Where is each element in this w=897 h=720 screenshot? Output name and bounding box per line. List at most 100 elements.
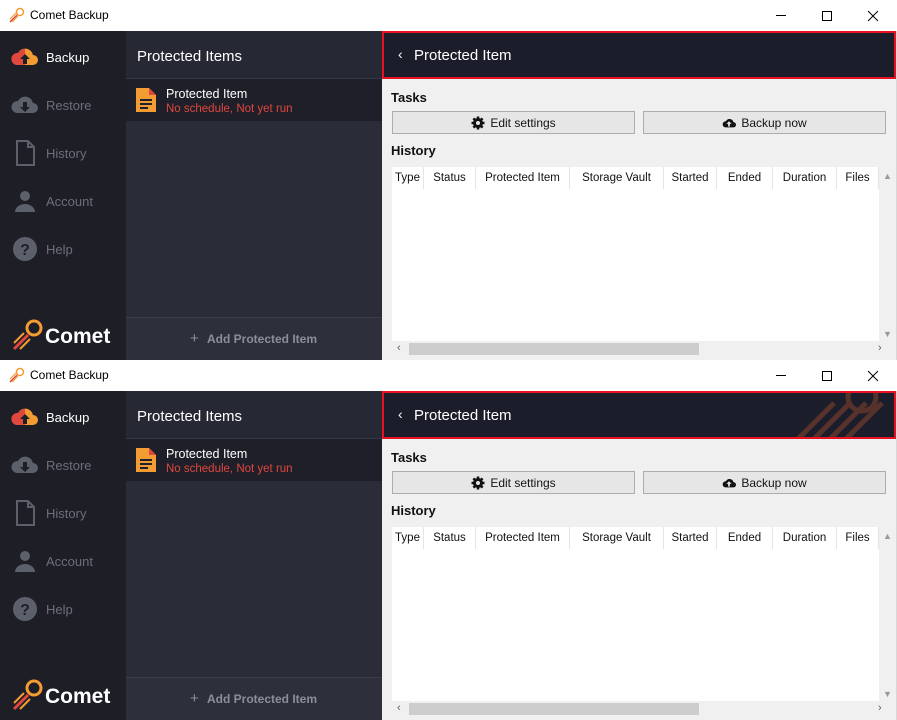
column-header-ended[interactable]: Ended — [717, 167, 773, 189]
horizontal-scrollbar[interactable]: ‹ › — [392, 341, 896, 357]
edit-settings-label: Edit settings — [490, 475, 556, 490]
comet-app-icon — [9, 367, 25, 383]
cloud-upload-icon — [722, 118, 737, 127]
horizontal-scrollbar[interactable]: ‹ › — [392, 701, 896, 717]
detail-panel: ‹ Protected Item Tasks Edit settings Bac… — [382, 31, 896, 360]
svg-text:?: ? — [20, 242, 30, 259]
column-header-status[interactable]: Status — [424, 527, 476, 549]
column-header-ended[interactable]: Ended — [717, 527, 773, 549]
window-title: Comet Backup — [30, 368, 109, 382]
column-header-started[interactable]: Started — [664, 167, 717, 189]
scroll-up-icon[interactable]: ▲ — [883, 171, 892, 181]
sidebar-item-restore[interactable]: Restore — [0, 441, 126, 489]
scrollbar-thumb[interactable] — [409, 703, 699, 715]
scroll-right-icon[interactable]: › — [878, 342, 882, 354]
sidebar-item-backup[interactable]: Backup — [0, 33, 126, 81]
history-heading: History — [391, 503, 436, 518]
column-header-files[interactable]: Files — [837, 167, 879, 189]
vertical-scrollbar[interactable]: ▲ ▼ — [879, 167, 896, 341]
sidebar-item-label: Restore — [46, 98, 92, 113]
title-bar: Comet Backup — [0, 0, 897, 31]
scrollbar-thumb[interactable] — [409, 343, 699, 355]
close-icon — [867, 370, 879, 381]
scroll-down-icon[interactable]: ▼ — [883, 329, 892, 339]
sidebar: Backup Restore History Account ? Help Co… — [0, 31, 126, 360]
column-header-protected-item[interactable]: Protected Item — [476, 167, 570, 189]
column-header-type[interactable]: Type — [392, 527, 424, 549]
svg-text:?: ? — [20, 602, 30, 619]
scroll-left-icon[interactable]: ‹ — [397, 702, 401, 714]
sidebar-item-restore[interactable]: Restore — [0, 81, 126, 129]
add-protected-item-button[interactable]: + Add Protected Item — [126, 677, 382, 720]
sidebar-item-account[interactable]: Account — [0, 177, 126, 225]
column-header-duration[interactable]: Duration — [773, 527, 837, 549]
vertical-scrollbar[interactable]: ▲ ▼ — [879, 527, 896, 701]
list-item[interactable]: Protected Item No schedule, Not yet run — [126, 439, 382, 481]
sidebar-item-history[interactable]: History — [0, 129, 126, 177]
sidebar-item-label: Help — [46, 602, 73, 617]
document-file-icon — [136, 88, 156, 112]
history-heading: History — [391, 143, 436, 158]
sidebar-item-help[interactable]: ? Help — [0, 225, 126, 273]
scroll-down-icon[interactable]: ▼ — [883, 689, 892, 699]
sidebar-item-label: Account — [46, 554, 93, 569]
sidebar-item-account[interactable]: Account — [0, 537, 126, 585]
sidebar: Backup Restore History Account ? Help Co… — [0, 391, 126, 720]
sidebar-item-backup[interactable]: Backup — [0, 393, 126, 441]
close-button[interactable] — [850, 360, 896, 391]
add-protected-item-button[interactable]: + Add Protected Item — [126, 317, 382, 360]
backup-now-button[interactable]: Backup now — [643, 471, 886, 494]
sidebar-item-label: History — [46, 146, 87, 161]
cloud-upload-icon — [722, 478, 737, 487]
comet-window-2: Comet Backup Backup Restore History Acco… — [0, 360, 897, 720]
back-icon[interactable]: ‹ — [398, 46, 403, 62]
column-header-storage-vault[interactable]: Storage Vault — [570, 527, 664, 549]
column-header-type[interactable]: Type — [392, 167, 424, 189]
window-title: Comet Backup — [30, 8, 109, 22]
add-item-label: Add Protected Item — [207, 692, 318, 706]
maximize-button[interactable] — [804, 360, 850, 391]
maximize-icon — [822, 370, 832, 381]
panel-title: Protected Items — [137, 408, 243, 425]
maximize-button[interactable] — [804, 0, 850, 31]
sidebar-item-label: Restore — [46, 458, 92, 473]
document-icon — [16, 140, 35, 166]
edit-settings-button[interactable]: Edit settings — [392, 111, 635, 134]
detail-header: ‹ Protected Item — [382, 31, 896, 79]
document-file-icon — [136, 448, 156, 472]
minimize-icon — [776, 375, 786, 376]
panel-header: Protected Items — [126, 31, 382, 79]
scroll-right-icon[interactable]: › — [878, 702, 882, 714]
edit-settings-button[interactable]: Edit settings — [392, 471, 635, 494]
minimize-button[interactable] — [758, 360, 804, 391]
minimize-button[interactable] — [758, 0, 804, 31]
sidebar-item-history[interactable]: History — [0, 489, 126, 537]
backup-now-label: Backup now — [741, 115, 807, 130]
scroll-left-icon[interactable]: ‹ — [397, 342, 401, 354]
column-header-files[interactable]: Files — [837, 527, 879, 549]
backup-now-button[interactable]: Backup now — [643, 111, 886, 134]
back-icon[interactable]: ‹ — [398, 406, 403, 422]
column-header-started[interactable]: Started — [664, 527, 717, 549]
scroll-up-icon[interactable]: ▲ — [883, 531, 892, 541]
column-header-status[interactable]: Status — [424, 167, 476, 189]
comet-logo-icon — [12, 679, 43, 711]
detail-header: ‹ Protected Item — [382, 391, 896, 439]
column-header-storage-vault[interactable]: Storage Vault — [570, 167, 664, 189]
close-button[interactable] — [850, 0, 896, 31]
detail-title: Protected Item — [414, 407, 512, 424]
column-header-duration[interactable]: Duration — [773, 167, 837, 189]
cloud-upload-icon — [11, 48, 38, 65]
document-icon — [16, 500, 35, 526]
list-item[interactable]: Protected Item No schedule, Not yet run — [126, 79, 382, 121]
help-icon: ? — [13, 237, 37, 261]
sidebar-item-help[interactable]: ? Help — [0, 585, 126, 633]
maximize-icon — [822, 10, 832, 21]
cloud-upload-icon — [11, 408, 38, 425]
brand-name: Comet — [45, 685, 111, 708]
column-header-protected-item[interactable]: Protected Item — [476, 527, 570, 549]
backup-now-label: Backup now — [741, 475, 807, 490]
item-status: No schedule, Not yet run — [166, 103, 293, 115]
sidebar-item-label: Account — [46, 194, 93, 209]
sidebar-item-label: Backup — [46, 410, 90, 425]
